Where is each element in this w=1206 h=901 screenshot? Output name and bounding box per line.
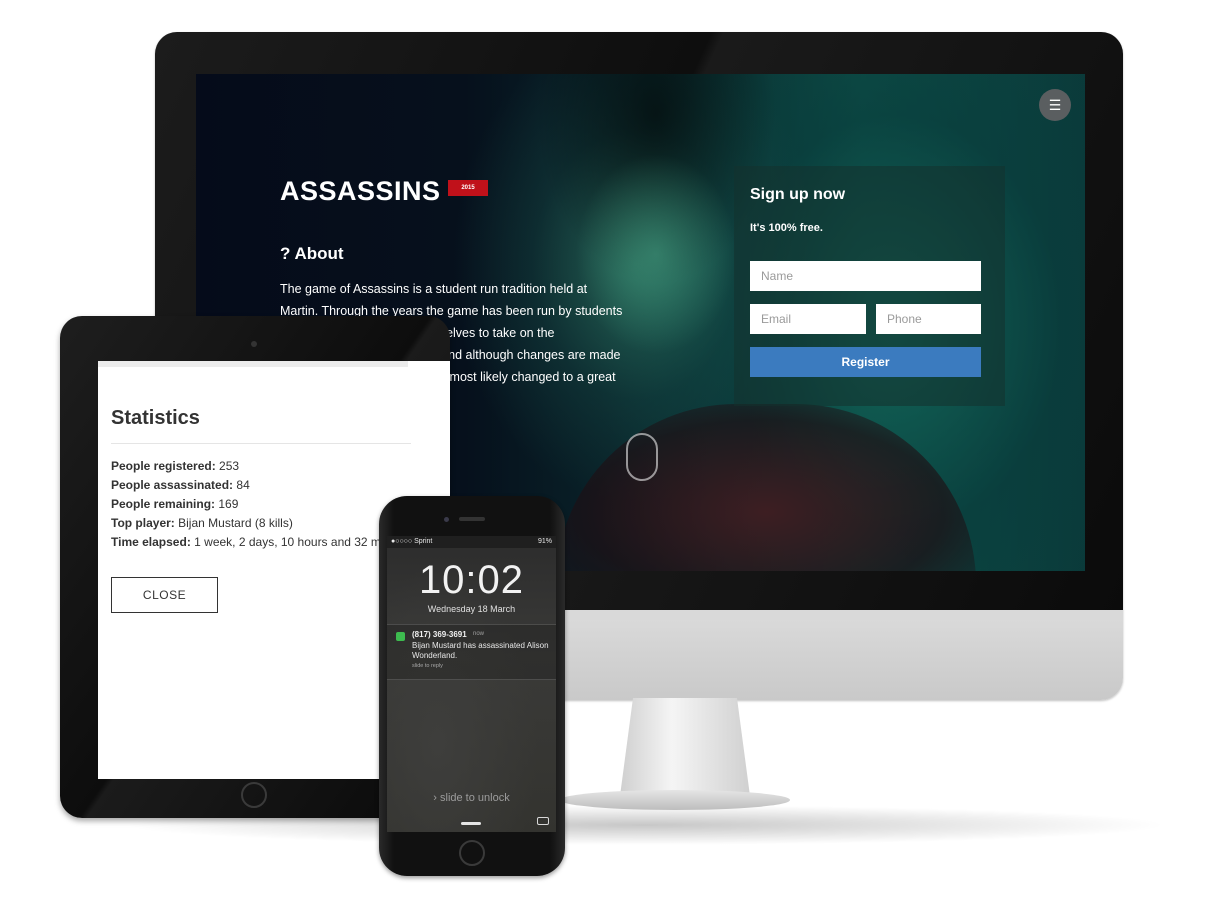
divider	[111, 443, 411, 444]
register-button[interactable]: Register	[750, 347, 981, 377]
lock-clock: 10:02	[418, 558, 525, 602]
phone-device: ●○○○○ Sprint 91% 10:02 Wednesday 18 Marc…	[379, 496, 565, 876]
stat-label: People assassinated:	[111, 478, 234, 492]
notification-time: now	[473, 631, 485, 637]
camera-icon[interactable]	[537, 817, 549, 825]
stat-label: People remaining:	[111, 497, 216, 511]
phone-camera	[444, 517, 449, 522]
stat-value: 1 week, 2 days, 10 hours and 32 m	[190, 535, 381, 549]
notification-sender: (817) 369-3691	[412, 630, 467, 639]
status-bar: ●○○○○ Sprint 91%	[387, 536, 556, 548]
lock-screen: ●○○○○ Sprint 91% 10:02 Wednesday 18 Marc…	[387, 536, 556, 832]
stat-label: Top player:	[111, 516, 175, 530]
stat-value: 84	[233, 478, 250, 492]
close-button[interactable]: CLOSE	[111, 577, 218, 613]
name-field[interactable]	[750, 261, 981, 291]
messages-icon	[396, 632, 405, 641]
notification-reply-hint: slide to reply	[412, 663, 443, 669]
email-field[interactable]	[750, 304, 866, 334]
tablet-home-button[interactable]	[241, 782, 267, 808]
monitor-stand	[620, 698, 750, 796]
notification[interactable]: (817) 369-3691 now Bijan Mustard has ass…	[387, 624, 556, 680]
stat-registered: People registered: 253	[111, 457, 450, 476]
stat-label: Time elapsed:	[111, 535, 191, 549]
stat-value: 253	[215, 459, 240, 473]
statistics-title: Statistics	[111, 407, 200, 429]
notification-body: Bijan Mustard has assassinated Alison Wo…	[412, 641, 549, 660]
logo-text: ASSASSINS	[280, 176, 441, 206]
carrier-label: ●○○○○ Sprint	[391, 538, 433, 545]
signup-title: Sign up now	[750, 186, 846, 203]
home-indicator	[461, 822, 481, 825]
battery-label: 91%	[537, 538, 552, 545]
tablet-camera	[251, 341, 257, 347]
signup-form: Sign up now It's 100% free. Register	[734, 166, 1005, 406]
signup-subtitle: It's 100% free.	[750, 222, 823, 234]
menu-button[interactable]: ☰	[1039, 89, 1071, 121]
slide-to-unlock[interactable]: › slide to unlock	[387, 792, 556, 804]
lock-date: Wednesday 18 March	[427, 604, 516, 614]
phone-speaker	[459, 517, 485, 521]
stat-value: Bijan Mustard (8 kills)	[174, 516, 293, 530]
year-badge: 2015	[448, 180, 488, 196]
about-heading: ? About	[280, 244, 344, 263]
logo: ASSASSINS 2015	[280, 176, 488, 206]
stat-label: People registered:	[111, 459, 216, 473]
phone-home-button[interactable]	[459, 840, 485, 866]
stat-value: 169	[215, 497, 239, 511]
phone-field[interactable]	[876, 304, 981, 334]
stat-assassinated: People assassinated: 84	[111, 476, 450, 495]
scroll-down-indicator[interactable]	[626, 433, 658, 481]
hamburger-icon: ☰	[1048, 97, 1062, 113]
modal-top-edge	[98, 361, 408, 367]
monitor-stand-base	[560, 790, 790, 810]
